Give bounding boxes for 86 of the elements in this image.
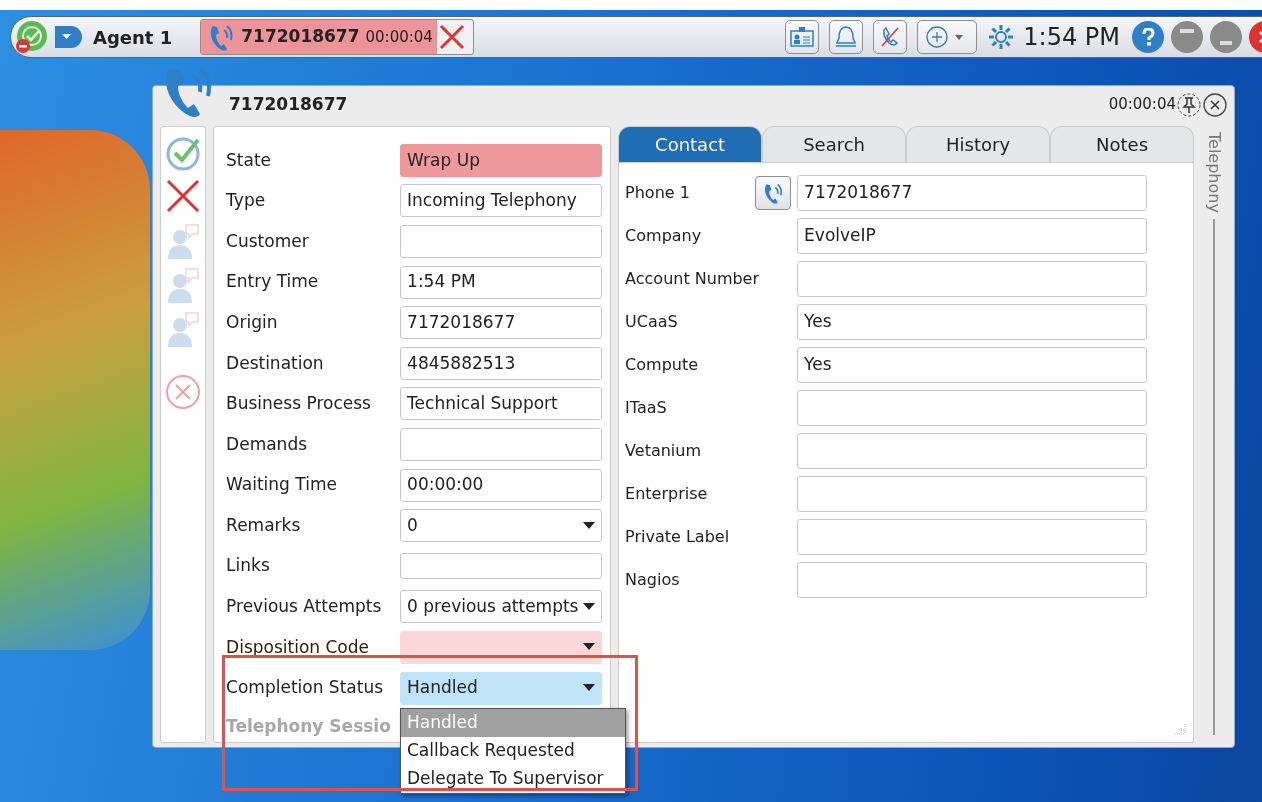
- input-field[interactable]: [400, 427, 603, 461]
- bell-button[interactable]: [829, 20, 864, 54]
- pin-icon[interactable]: [1176, 91, 1202, 118]
- input-field[interactable]: [797, 432, 1148, 469]
- field-label: Private Label: [625, 525, 730, 548]
- status-check-icon: [15, 20, 49, 54]
- field-label: Entry Time: [226, 270, 320, 294]
- field-label: Demands: [226, 432, 309, 456]
- input-field[interactable]: [400, 553, 603, 580]
- bar-icon: [1180, 29, 1194, 33]
- field-label: Enterprise: [625, 482, 708, 505]
- bell-icon: [834, 24, 859, 50]
- input-field[interactable]: Technical Support: [400, 387, 603, 421]
- agent-name: Agent 1: [93, 25, 173, 50]
- input-field[interactable]: 00:00:00: [400, 468, 603, 502]
- field-label: Nagios: [625, 568, 680, 591]
- clock-time: 1:54 PM: [1023, 22, 1120, 53]
- caret-icon: [583, 684, 596, 692]
- tab[interactable]: Contact: [618, 126, 763, 162]
- field-label: State: [226, 148, 273, 172]
- question-mark-icon: [1141, 28, 1155, 46]
- input-field[interactable]: [400, 225, 603, 258]
- input-field[interactable]: 7172018677: [400, 306, 603, 340]
- field-label: Type: [226, 189, 267, 213]
- call-tab[interactable]: 7172018677 00:00:04: [200, 19, 474, 55]
- input-field[interactable]: EvolveIP: [797, 217, 1148, 254]
- field-label: Waiting Time: [226, 473, 338, 497]
- caret-icon: [583, 643, 596, 652]
- caret-icon: [583, 521, 596, 530]
- contact-card-button[interactable]: [785, 20, 820, 54]
- input-field[interactable]: 7172018677: [797, 174, 1148, 211]
- contact-card-icon: [789, 26, 816, 48]
- input-field[interactable]: [797, 475, 1148, 512]
- field-label: Previous Attempts: [226, 595, 383, 619]
- help-button[interactable]: [1132, 21, 1164, 53]
- field-label: Links: [226, 554, 271, 578]
- dropdown-tag-icon[interactable]: [53, 24, 83, 50]
- field-label: Compute: [625, 353, 699, 376]
- input-field[interactable]: 4845882513: [400, 346, 603, 380]
- field-label: Remarks: [226, 513, 302, 537]
- input-field[interactable]: Incoming Telephony: [400, 184, 603, 218]
- field-label: Company: [625, 224, 702, 247]
- select-field[interactable]: 0 previous attempts: [400, 590, 603, 624]
- window-title: 7172018677: [229, 92, 348, 116]
- field-label: Business Process: [226, 392, 372, 416]
- input-field[interactable]: Yes: [797, 346, 1148, 383]
- minimize-button[interactable]: [1210, 21, 1242, 53]
- mute-button[interactable]: [873, 20, 908, 54]
- field-label: Vetanium: [625, 439, 701, 462]
- input-field[interactable]: Yes: [797, 303, 1148, 340]
- window-timer: 00:00:04: [1108, 94, 1176, 116]
- settings-icon[interactable]: [987, 23, 1016, 51]
- field-label: UCaaS: [625, 310, 678, 333]
- field-label: Account Number: [625, 267, 760, 290]
- tab[interactable]: History: [906, 126, 1051, 162]
- close-icon[interactable]: [1202, 91, 1228, 118]
- restore-button[interactable]: [1171, 21, 1203, 53]
- minimize-icon: [1220, 41, 1232, 45]
- add-menu-button[interactable]: [917, 20, 978, 54]
- call-button[interactable]: [755, 175, 792, 210]
- tab[interactable]: Notes: [1050, 126, 1195, 162]
- select-field[interactable]: 0: [400, 509, 603, 543]
- dropdown-option[interactable]: Delegate To Supervisor: [401, 765, 625, 793]
- field-label: Disposition Code: [226, 635, 370, 659]
- input-field[interactable]: Wrap Up: [400, 143, 603, 177]
- field-label: Destination: [226, 351, 325, 375]
- tab[interactable]: Search: [762, 126, 907, 162]
- select-field[interactable]: [400, 630, 603, 664]
- resize-grip-icon[interactable]: [1173, 722, 1188, 736]
- side-tab[interactable]: Telephony: [1201, 132, 1226, 213]
- call-number: 7172018677: [241, 25, 360, 49]
- section-label: Telephony Sessio: [226, 715, 391, 739]
- input-field[interactable]: [797, 561, 1148, 598]
- caret-icon: [583, 602, 596, 611]
- call-timer: 00:00:04: [365, 26, 433, 48]
- input-field[interactable]: [797, 260, 1148, 297]
- field-label: Origin: [226, 310, 279, 334]
- select-field[interactable]: Handled: [400, 671, 603, 705]
- input-field[interactable]: [797, 518, 1148, 555]
- input-field[interactable]: 1:54 PM: [400, 265, 603, 299]
- input-field[interactable]: [797, 389, 1148, 426]
- field-label: Customer: [226, 229, 310, 253]
- field-label: Phone 1: [625, 181, 690, 204]
- field-label: ITaaS: [625, 396, 667, 419]
- dropdown-option[interactable]: Callback Requested: [401, 737, 625, 765]
- field-label: Completion Status: [226, 676, 385, 700]
